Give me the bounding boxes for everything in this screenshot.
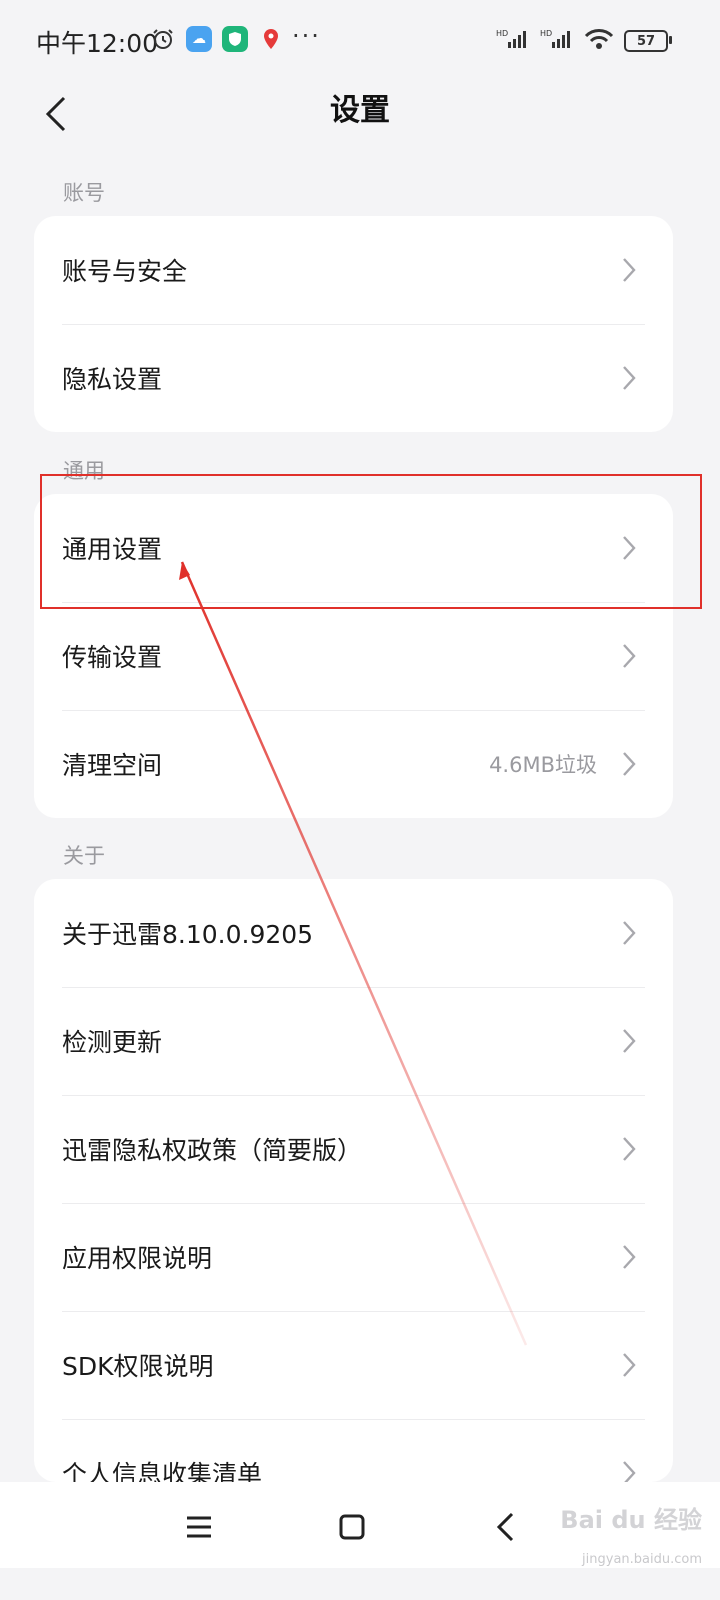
settings-row-clean-space[interactable]: 清理空间 4.6MB垃圾 xyxy=(34,710,673,818)
row-label: 个人信息收集清单 xyxy=(62,1460,263,1482)
chevron-right-icon xyxy=(623,1137,636,1161)
home-button[interactable] xyxy=(325,1500,379,1554)
page-title: 设置 xyxy=(330,93,390,128)
status-time: 中午12:00 xyxy=(36,29,159,58)
menu-button[interactable] xyxy=(172,1500,226,1554)
status-left-icons: ☁ xyxy=(150,26,284,52)
signal-icon-2: HD xyxy=(540,28,574,54)
chevron-right-icon xyxy=(623,1029,636,1053)
status-right-icons: HD HD 57 xyxy=(496,28,672,54)
settings-row-account-security[interactable]: 账号与安全 xyxy=(34,216,673,324)
chevron-right-icon xyxy=(623,258,636,282)
header: 设置 xyxy=(0,80,720,142)
section-label-about: 关于 xyxy=(63,844,105,868)
card-general: 通用设置 传输设置 清理空间 4.6MB垃圾 xyxy=(34,494,673,818)
junk-size-value: 4.6MB垃圾 xyxy=(489,753,597,777)
status-bar: 中午12:00 ☁ ··· HD HD 57 xyxy=(0,0,720,84)
wifi-icon xyxy=(584,28,614,54)
chevron-right-icon xyxy=(623,644,636,668)
settings-row-transfer[interactable]: 传输设置 xyxy=(34,602,673,710)
settings-row-app-permissions[interactable]: 应用权限说明 xyxy=(34,1203,673,1311)
settings-row-general[interactable]: 通用设置 xyxy=(34,494,673,602)
settings-row-check-update[interactable]: 检测更新 xyxy=(34,987,673,1095)
row-label: 应用权限说明 xyxy=(62,1244,213,1273)
row-label: 隐私设置 xyxy=(62,365,163,394)
card-account: 账号与安全 隐私设置 xyxy=(34,216,673,432)
signal-icon: HD xyxy=(496,28,530,54)
card-about: 关于迅雷8.10.0.9205 检测更新 迅雷隐私权政策（简要版） 应用权限说明… xyxy=(34,879,673,1482)
settings-row-privacy-policy[interactable]: 迅雷隐私权政策（简要版） xyxy=(34,1095,673,1203)
svg-text:HD: HD xyxy=(496,29,508,38)
chevron-right-icon xyxy=(623,536,636,560)
chevron-left-icon xyxy=(496,1512,514,1542)
section-label-general: 通用 xyxy=(63,459,105,483)
settings-row-personal-info[interactable]: 个人信息收集清单 xyxy=(34,1419,673,1482)
home-square-icon xyxy=(339,1514,365,1540)
chevron-right-icon xyxy=(623,1461,636,1482)
settings-row-about[interactable]: 关于迅雷8.10.0.9205 xyxy=(34,879,673,987)
chevron-right-icon xyxy=(623,752,636,776)
chevron-right-icon xyxy=(623,1353,636,1377)
row-label: 传输设置 xyxy=(62,643,163,672)
row-label: 关于迅雷8.10.0.9205 xyxy=(62,920,314,949)
row-label: 清理空间 xyxy=(62,751,163,780)
row-label: SDK权限说明 xyxy=(62,1352,214,1381)
row-label: 账号与安全 xyxy=(62,257,188,286)
map-icon xyxy=(258,26,284,52)
more-notifications: ··· xyxy=(292,22,321,50)
security-icon xyxy=(222,26,248,52)
settings-row-sdk-permissions[interactable]: SDK权限说明 xyxy=(34,1311,673,1419)
alarm-icon xyxy=(150,26,176,52)
row-label: 检测更新 xyxy=(62,1028,163,1057)
settings-row-privacy[interactable]: 隐私设置 xyxy=(34,324,673,432)
watermark-logo: Bai du 经验 xyxy=(560,1506,702,1534)
chevron-right-icon xyxy=(623,921,636,945)
chevron-right-icon xyxy=(623,366,636,390)
row-label: 迅雷隐私权政策（简要版） xyxy=(62,1136,363,1165)
battery-icon: 57 xyxy=(624,30,672,52)
watermark-url: jingyan.baidu.com xyxy=(582,1552,702,1567)
weather-icon: ☁ xyxy=(186,26,212,52)
section-label-account: 账号 xyxy=(63,181,105,205)
row-label: 通用设置 xyxy=(62,535,163,564)
chevron-right-icon xyxy=(623,1245,636,1269)
svg-text:HD: HD xyxy=(540,29,552,38)
nav-back-button[interactable] xyxy=(478,1500,532,1554)
menu-icon xyxy=(187,1516,211,1538)
